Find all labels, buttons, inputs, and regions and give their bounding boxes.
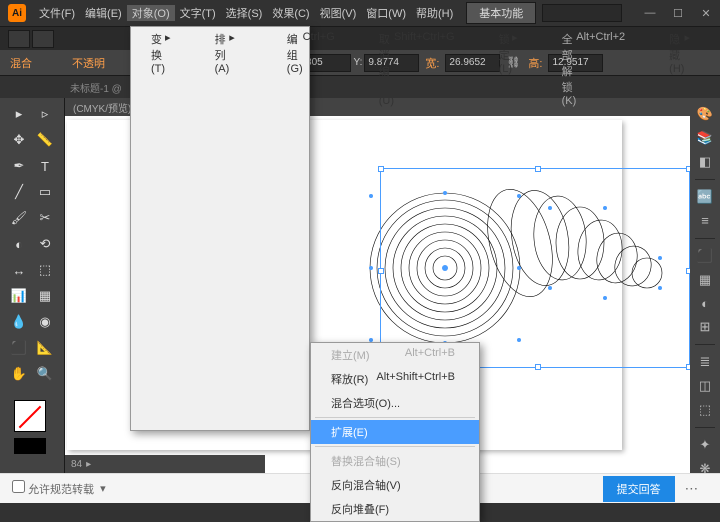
menu-item-反向堆叠(F)[interactable]: 反向堆叠(F) [311,497,479,521]
maximize-button[interactable]: ☐ [664,3,692,23]
tool-10-1[interactable]: 🔍 [33,362,57,386]
tool-1-0[interactable]: ✥ [7,128,31,152]
menu-window[interactable]: 窗口(W) [361,5,411,21]
allow-repost-checkbox[interactable]: 允许规范转载 [12,480,94,497]
opacity-label: 不透明 [72,55,105,71]
menu-item-显示全部: 显示全部Alt+Ctrl+3 [714,27,720,430]
app-icon: Ai [8,4,26,22]
menu-object[interactable]: 对象(O) [127,5,175,21]
ellipsis-button[interactable]: ⋯ [675,476,708,502]
fill-swatch[interactable] [14,400,46,432]
tb-btn-2[interactable] [32,30,54,48]
blend-submenu-dropdown: 建立(M)Alt+Ctrl+B释放(R)Alt+Shift+Ctrl+B混合选项… [310,342,480,522]
tool-0-0[interactable]: ▸ [7,102,31,126]
menu-item-释放(R)[interactable]: 释放(R)Alt+Shift+Ctrl+B [311,367,479,391]
tool-7-0[interactable]: 📊 [7,284,31,308]
tool-8-0[interactable]: 💧 [7,310,31,334]
menu-help[interactable]: 帮助(H) [411,5,458,21]
tool-3-1[interactable]: ▭ [33,180,57,204]
zoom-arrow-icon[interactable]: ▸ [86,459,91,470]
tool-5-1[interactable]: ⟲ [33,232,57,256]
menu-item-锁定(L)[interactable]: 锁定(L)▸ [479,27,542,430]
menu-item-隐藏(H)[interactable]: 隐藏(H)▸ [649,27,714,430]
menu-view[interactable]: 视图(V) [315,5,362,21]
menu-effect[interactable]: 效果(C) [267,5,314,21]
menu-item-替换混合轴(S): 替换混合轴(S) [311,449,479,473]
tool-0-1[interactable]: ▹ [33,102,57,126]
tool-6-0[interactable]: ↔ [7,258,31,282]
zoom-value[interactable]: 84 [71,459,82,470]
tool-4-0[interactable]: 🖌 [7,206,31,230]
submit-button[interactable]: 提交回答 [603,476,675,502]
tool-5-0[interactable]: ◐ [7,232,31,256]
tool-9-0[interactable]: ⬛ [7,336,31,360]
close-button[interactable]: ✕ [692,3,720,23]
tool-2-1[interactable]: T [33,154,57,178]
menu-edit[interactable]: 编辑(E) [80,5,127,21]
tool-1-1[interactable]: 📏 [33,128,57,152]
menu-select[interactable]: 选择(S) [221,5,268,21]
toolbar: ▸▹✥📏✒T╱▭🖌✂◐⟲↔⬚📊▦💧◉⬛📐✋🔍 [0,98,65,503]
tool-4-1[interactable]: ✂ [33,206,57,230]
tool-6-1[interactable]: ⬚ [33,258,57,282]
blend-label: 混合 [10,55,32,71]
dropdown-arrow-icon[interactable]: ▾ [100,482,106,495]
tool-8-1[interactable]: ◉ [33,310,57,334]
tb-btn-1[interactable] [8,30,30,48]
tool-7-1[interactable]: ▦ [33,284,57,308]
menu-item-建立(M): 建立(M)Alt+Ctrl+B [311,343,479,367]
panel-icon-12[interactable]: ✦ [695,435,715,455]
titlebar: Ai 文件(F) 编辑(E) 对象(O) 文字(T) 选择(S) 效果(C) 视… [0,0,720,26]
menu-file[interactable]: 文件(F) [34,5,80,21]
tool-2-0[interactable]: ✒ [7,154,31,178]
menu-item-混合选项(O)...[interactable]: 混合选项(O)... [311,391,479,415]
menu-item-扩展(E)[interactable]: 扩展(E) [311,420,479,444]
menu-type[interactable]: 文字(T) [175,5,221,21]
stroke-swatch[interactable] [14,438,46,454]
status-bar: 84 ▸ [65,455,265,473]
minimize-button[interactable]: — [636,3,664,23]
menu-item-变换(T)[interactable]: 变换(T)▸ [131,27,195,430]
menu-item-排列(A)[interactable]: 排列(A)▸ [195,27,259,430]
window-controls: — ☐ ✕ [636,3,720,23]
menu-item-全部解锁(K): 全部解锁(K)Alt+Ctrl+2 [542,27,650,430]
tool-10-0[interactable]: ✋ [7,362,31,386]
tool-3-0[interactable]: ╱ [7,180,31,204]
object-menu-dropdown: 变换(T)▸排列(A)▸编组(G)Ctrl+G取消编组(U)Shift+Ctrl… [130,26,310,431]
workspace-label[interactable]: 基本功能 [466,2,536,24]
tool-9-1[interactable]: 📐 [33,336,57,360]
menu-item-反向混合轴(V)[interactable]: 反向混合轴(V) [311,473,479,497]
search-input[interactable] [542,4,622,22]
